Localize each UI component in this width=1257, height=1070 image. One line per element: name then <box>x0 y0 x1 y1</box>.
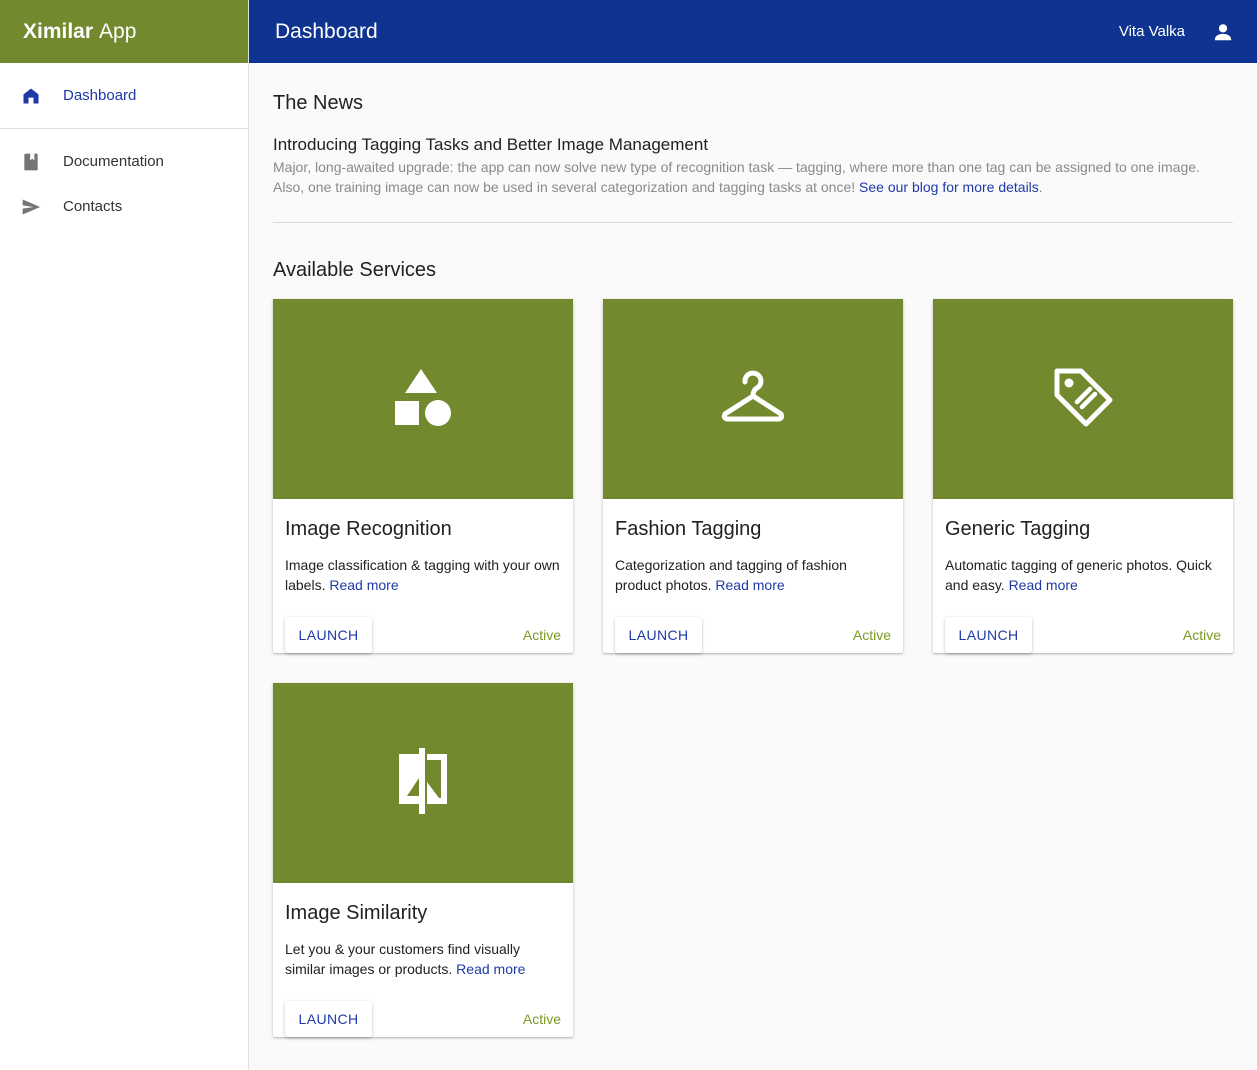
read-more-link[interactable]: Read more <box>715 577 784 593</box>
status-badge: Active <box>1182 627 1221 643</box>
status-badge: Active <box>522 627 561 643</box>
shapes-icon <box>393 367 453 432</box>
user-name[interactable]: Vita Valka <box>1119 23 1185 40</box>
launch-button[interactable]: LAUNCH <box>615 617 702 653</box>
sidebar-item-dashboard[interactable]: Dashboard <box>0 73 248 118</box>
card-title: Image Recognition <box>285 518 452 540</box>
brand-suffix: App <box>99 19 137 43</box>
read-more-link[interactable]: Read more <box>456 961 525 977</box>
read-more-link[interactable]: Read more <box>1009 577 1078 593</box>
main-content: The News Introducing Tagging Tasks and B… <box>273 63 1233 282</box>
card-media <box>273 683 573 883</box>
service-card-generic-tagging: Generic Tagging Automatic tagging of gen… <box>933 299 1233 653</box>
card-description: Image classification & tagging with your… <box>273 541 573 607</box>
sidebar-item-label: Dashboard <box>63 87 137 104</box>
card-media <box>273 299 573 499</box>
sidebar-item-documentation[interactable]: Documentation <box>0 139 248 184</box>
card-description: Let you & your customers find visually s… <box>273 925 573 991</box>
news-heading: The News <box>273 92 364 114</box>
launch-button[interactable]: LAUNCH <box>285 1001 372 1037</box>
divider <box>273 222 1233 223</box>
card-description: Categorization and tagging of fashion pr… <box>603 541 903 607</box>
sidebar: Ximilar App Dashboard Documentation Cont… <box>0 0 249 1070</box>
services-heading: Available Services <box>273 259 437 281</box>
news-tail: . <box>1038 179 1043 195</box>
page-title: Dashboard <box>275 19 378 43</box>
brand-name: Ximilar <box>23 19 94 43</box>
blog-link[interactable]: See our blog for more details <box>859 179 1039 195</box>
book-icon <box>20 151 42 173</box>
card-description-text: Image classification & tagging with your… <box>285 557 560 593</box>
read-more-link[interactable]: Read more <box>329 577 398 593</box>
card-media <box>603 299 903 499</box>
service-card-image-similarity: Image Similarity Let you & your customer… <box>273 683 573 1037</box>
news-text: Major, long-awaited upgrade: the app can… <box>273 159 1200 195</box>
card-title: Image Similarity <box>285 902 428 924</box>
card-description-text: Automatic tagging of generic photos. Qui… <box>945 557 1212 593</box>
card-title: Fashion Tagging <box>615 518 762 540</box>
compare-icon <box>395 747 451 819</box>
sidebar-item-contacts[interactable]: Contacts <box>0 184 248 229</box>
send-icon <box>20 196 42 218</box>
home-icon <box>20 85 42 107</box>
sidebar-item-label: Contacts <box>63 198 123 215</box>
service-card-fashion-tagging: Fashion Tagging Categorization and taggi… <box>603 299 903 653</box>
app-brand[interactable]: Ximilar App <box>0 0 248 63</box>
launch-button[interactable]: LAUNCH <box>945 617 1032 653</box>
service-card-image-recognition: Image Recognition Image classification &… <box>273 299 573 653</box>
status-badge: Active <box>852 627 891 643</box>
launch-button[interactable]: LAUNCH <box>285 617 372 653</box>
hanger-icon <box>721 370 785 429</box>
card-title: Generic Tagging <box>945 518 1091 540</box>
card-media <box>933 299 1233 499</box>
tag-icon <box>1052 366 1114 433</box>
status-badge: Active <box>522 1011 561 1027</box>
card-description: Automatic tagging of generic photos. Qui… <box>933 541 1233 607</box>
news-body: Major, long-awaited upgrade: the app can… <box>273 157 1233 197</box>
account-icon[interactable] <box>1211 20 1235 44</box>
news-title: Introducing Tagging Tasks and Better Ima… <box>273 135 709 154</box>
sidebar-item-label: Documentation <box>63 153 164 170</box>
app-header: Dashboard Vita Valka <box>249 0 1257 63</box>
